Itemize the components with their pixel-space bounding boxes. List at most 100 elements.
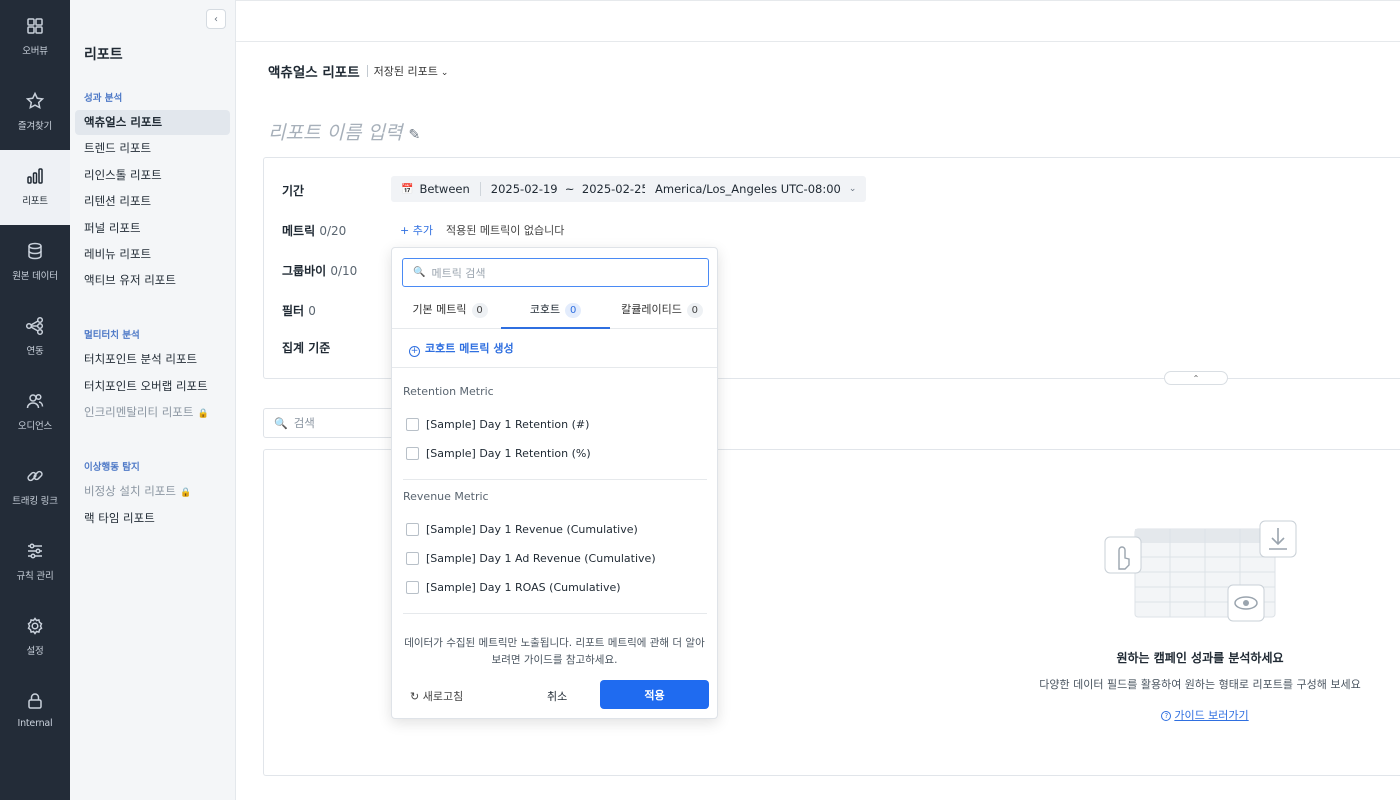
period-label: 기간 [282,184,305,198]
top-bar [236,0,1400,42]
integration-icon [25,316,44,336]
apply-button[interactable]: 적용 [600,680,709,709]
tab-count-badge: 0 [565,303,582,318]
rail-item-report[interactable]: 리포트 [0,150,70,225]
rail-item-overview[interactable]: 오버뷰 [0,0,70,75]
metric-picker-popover: 🔍 메트릭 검색 기본 메트릭 0 코호트 0 칼큘레이티드 0 + 코호트 메트릭 생… [391,247,718,719]
guide-link[interactable]: ? 가이드 보러가기 [1090,707,1320,723]
no-metric-text: 적용된 메트릭이 없습니다 [446,224,565,237]
metric-option[interactable]: [Sample] Day 1 Ad Revenue (Cumulative) [406,552,656,565]
report-name-placeholder: 리포트 이름 입력 [268,122,403,144]
sidebar-item-funnel-report[interactable]: 퍼널 리포트 [75,216,230,241]
metric-search-input[interactable]: 🔍 메트릭 검색 [402,258,709,287]
metric-option[interactable]: [Sample] Day 1 ROAS (Cumulative) [406,581,621,594]
filter-label: 필터 0 [282,302,316,319]
metric-option[interactable]: [Sample] Day 1 Retention (#) [406,418,589,431]
sidebar-item-lag-time-report[interactable]: 랙 타임 리포트 [75,506,230,531]
date-range-picker[interactable]: 📅 Between 2025-02-19 ~ 2025-02-25 [391,176,659,202]
sidebar-item-active-user-report[interactable]: 액티브 유저 리포트 [75,268,230,293]
sidebar-item-label: 인크리멘탈리티 리포트 [84,405,194,419]
groupby-count: 0/10 [330,264,358,278]
tab-calculated[interactable]: 칼큘레이티드 0 [612,295,712,329]
chevron-down-icon: ⌄ [848,184,857,194]
empty-state-illustration [1104,520,1297,622]
grid-icon [27,18,43,34]
sidebar-item-retention-report[interactable]: 리텐션 리포트 [75,189,230,214]
sidebar-item-label: 비정상 설치 리포트 [84,484,176,498]
rail-item-internal[interactable]: Internal [0,675,70,750]
metric-search-placeholder: 메트릭 검색 [431,266,486,280]
refresh-label: 새로고침 [422,690,464,703]
sidebar-item-actuals-report[interactable]: 액츄얼스 리포트 [75,110,230,135]
create-cohort-metric-button[interactable]: + 코호트 메트릭 생성 [409,340,514,357]
metric-option-label: [Sample] Day 1 ROAS (Cumulative) [426,581,621,594]
rail-item-favorites[interactable]: 즐겨찾기 [0,75,70,150]
rail-label: 규칙 관리 [16,571,54,582]
timezone-value: America/Los_Angeles UTC-08:00 [655,182,841,196]
rail-label: 설정 [26,646,44,657]
timezone-select[interactable]: America/Los_Angeles UTC-08:00 ⌄ [645,176,867,202]
metric-option-label: [Sample] Day 1 Ad Revenue (Cumulative) [426,552,656,565]
tab-count-badge: 0 [686,303,703,318]
add-metric-button[interactable]: + 추가 [400,222,433,238]
star-icon [25,91,45,110]
tab-cohort[interactable]: 코호트 0 [501,295,610,329]
rail-item-raw-data[interactable]: 원본 데이터 [0,225,70,300]
collapse-panel-toggle[interactable]: ⌃ [1164,371,1228,385]
lock-icon: 🔒 [179,488,192,498]
rail-item-settings[interactable]: 설정 [0,600,70,675]
sidebar-item-trend-report[interactable]: 트렌드 리포트 [75,136,230,161]
report-name-input[interactable]: 리포트 이름 입력 ✎ [268,118,420,145]
rail-item-tracking-link[interactable]: 트래킹 링크 [0,450,70,525]
checkbox[interactable] [406,418,419,431]
metric-option[interactable]: [Sample] Day 1 Retention (%) [406,447,591,460]
checkbox[interactable] [406,552,419,565]
checkbox[interactable] [406,447,419,460]
refresh-icon: ↻ [410,690,420,703]
rail-label: 연동 [26,346,44,357]
create-cohort-metric-label: 코호트 메트릭 생성 [425,342,514,355]
sidebar-item-touchpoint-report[interactable]: 터치포인트 분석 리포트 [75,347,230,372]
page-title: 액츄얼스 리포트 [268,65,360,81]
metric-option-label: [Sample] Day 1 Retention (%) [426,447,591,460]
metric-option-label: [Sample] Day 1 Revenue (Cumulative) [426,523,638,536]
sidebar-item-touchpoint-overlap-report[interactable]: 터치포인트 오버랩 리포트 [75,374,230,399]
rail-item-audience[interactable]: 오디언스 [0,375,70,450]
lock-icon: 🔒 [197,409,209,419]
rail-item-integration[interactable]: 연동 [0,300,70,375]
database-icon [28,242,42,260]
icon-rail: 오버뷰 즐겨찾기 리포트 원본 데이터 연동 오디언스 트래킹 링크 규칙 관리… [0,0,70,800]
refresh-button[interactable]: ↻ 새로고침 [410,688,463,704]
filter-count: 0 [308,304,316,318]
metric-count: 0/20 [319,224,347,238]
search-input[interactable]: 🔍 검색 [263,408,403,438]
metric-tabs: 기본 메트릭 0 코호트 0 칼큘레이티드 0 [392,295,717,329]
sidebar-item-revenue-report[interactable]: 레비뉴 리포트 [75,242,230,267]
collapse-sidebar-button[interactable]: ‹ [206,9,226,29]
rail-item-rules[interactable]: 규칙 관리 [0,525,70,600]
metric-group-title: Revenue Metric [403,490,489,503]
tab-count-badge: 0 [471,303,488,318]
checkbox[interactable] [406,523,419,536]
rail-label: 즐겨찾기 [17,121,53,132]
cancel-button[interactable]: 취소 [547,688,567,704]
search-icon: 🔍 [274,416,288,430]
sidebar-title: 리포트 [84,47,123,63]
bar-chart-icon [27,168,43,184]
filter-label-text: 필터 [282,304,305,318]
empty-state-title: 원하는 캠페인 성과를 분석하세요 [1116,651,1284,665]
link-icon [27,470,43,482]
tab-basic-metrics[interactable]: 기본 메트릭 0 [400,295,500,329]
metric-label-text: 메트릭 [282,224,316,238]
sidebar-item-reinstall-report[interactable]: 리인스톨 리포트 [75,163,230,188]
sidebar-item-incrementality-report[interactable]: 인크리멘탈리티 리포트 🔒 [75,400,230,425]
sidebar-item-abnormal-install-report[interactable]: 비정상 설치 리포트 🔒 [75,479,230,504]
chevron-left-icon: ‹ [214,13,218,25]
rail-label: Internal [17,718,53,729]
metric-option[interactable]: [Sample] Day 1 Revenue (Cumulative) [406,523,638,536]
calendar-icon: 📅 [401,183,414,195]
groupby-label: 그룹바이 0/10 [282,262,357,279]
saved-reports-dropdown[interactable]: 저장된 리포트 ⌄ [374,63,449,79]
rail-label: 원본 데이터 [12,271,58,282]
checkbox[interactable] [406,581,419,594]
